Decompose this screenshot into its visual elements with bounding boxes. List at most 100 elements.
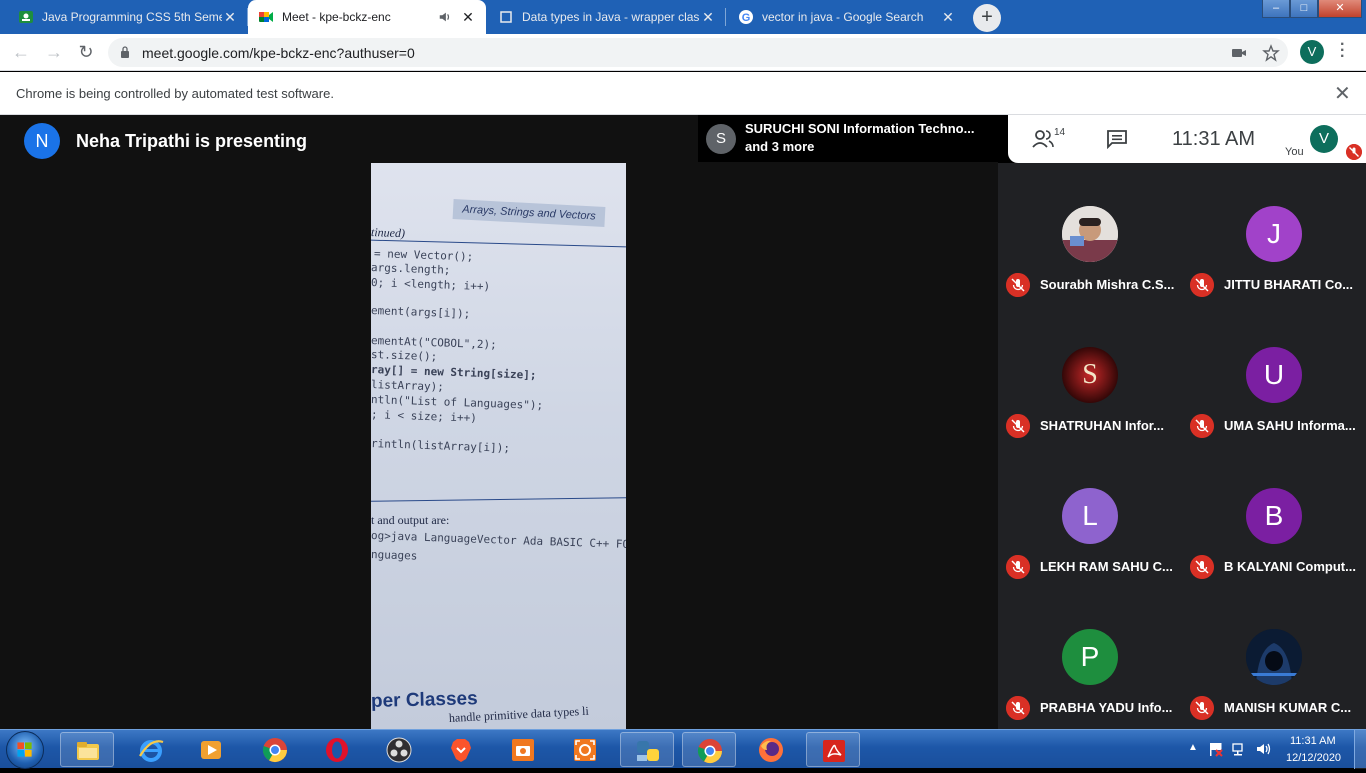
mic-off-icon (1190, 555, 1214, 579)
maximize-button[interactable]: □ (1290, 0, 1318, 18)
camera-icon (512, 739, 534, 761)
taskbar-firefox[interactable] (744, 732, 798, 767)
show-hidden-icons[interactable]: ▲ (1188, 742, 1198, 753)
taskbar-capture-app[interactable] (558, 732, 612, 767)
tab-google-search[interactable]: G vector in java - Google Search ✕ (728, 0, 966, 34)
avatar: L (1062, 488, 1118, 544)
avatar: J (1246, 206, 1302, 262)
taskbar-brave[interactable] (434, 732, 488, 767)
participant-tile[interactable]: L LEKH RAM SAHU C... (998, 445, 1182, 586)
doc-line: 0; i <length; i++) (371, 276, 491, 294)
tab-data-types[interactable]: Data types in Java - wrapper clas ✕ (488, 0, 726, 34)
close-icon[interactable]: ✕ (700, 9, 716, 26)
taskbar-camera-app[interactable] (496, 732, 550, 767)
avatar: S (706, 124, 736, 154)
close-icon[interactable]: ✕ (1334, 81, 1351, 106)
start-button[interactable] (6, 731, 44, 769)
speaker-icon[interactable] (438, 10, 452, 24)
mic-off-icon (1190, 273, 1214, 297)
new-tab-button[interactable]: + (973, 4, 1001, 32)
taskbar-chrome[interactable] (248, 732, 302, 767)
close-icon[interactable]: ✕ (940, 9, 956, 26)
doc-line: og>java LanguageVector Ada BASIC C++ FOR (371, 529, 626, 552)
taskbar-date[interactable]: 12/12/2020 (1286, 752, 1341, 764)
mic-off-icon (1006, 414, 1030, 438)
doc-line: ement(args[i]); (371, 304, 471, 321)
python-icon (637, 741, 659, 761)
participant-name: Sourabh Mishra C.S... (1040, 277, 1175, 292)
participant-tile[interactable]: S SHATRUHAN Infor... (998, 304, 1182, 445)
avatar: N (24, 123, 60, 159)
doc-rule (371, 239, 626, 248)
camera-icon[interactable] (1230, 44, 1248, 62)
window-close-button[interactable]: ✕ (1318, 0, 1362, 18)
tab-java-programming[interactable]: Java Programming CSS 5th Seme ✕ (8, 0, 248, 34)
tab-title: Java Programming CSS 5th Seme (42, 10, 222, 24)
close-icon[interactable]: ✕ (460, 9, 476, 26)
presenter-text: Neha Tripathi is presenting (76, 130, 308, 151)
taskbar-obs[interactable] (372, 732, 426, 767)
taskbar-explorer[interactable] (60, 732, 114, 767)
people-icon[interactable] (1032, 129, 1054, 149)
doc-line: ; i < size; i++) (371, 408, 478, 425)
hooded-figure-icon (1246, 629, 1302, 685)
chrome-icon (697, 739, 722, 764)
participant-name: MANISH KUMAR C... (1224, 700, 1352, 715)
network-icon[interactable] (1232, 741, 1248, 757)
svg-text:G: G (742, 12, 751, 24)
taskbar-clock[interactable]: 11:31 AM (1290, 735, 1336, 747)
back-button[interactable]: ← (10, 41, 32, 63)
doc-line: rintln(listArray[i]); (371, 437, 511, 455)
avatar: P (1062, 629, 1118, 685)
participant-name: UMA SAHU Informa... (1224, 418, 1356, 433)
menu-icon[interactable]: · · · (1340, 37, 1345, 65)
participant-name: JITTU BHARATI Co... (1224, 277, 1354, 292)
taskbar-acrobat[interactable] (806, 732, 860, 767)
windows-taskbar: ▲ 11:31 AM 12/12/2020 (0, 729, 1366, 769)
forward-button[interactable]: → (43, 41, 65, 63)
star-icon[interactable] (1262, 44, 1280, 62)
flag-icon[interactable] (1208, 741, 1224, 757)
mic-off-icon (1006, 696, 1030, 720)
browser-tab-strip: Java Programming CSS 5th Seme ✕ Meet - k… (0, 0, 1366, 34)
doc-rule (371, 497, 626, 502)
folder-icon (77, 742, 99, 760)
show-desktop-button[interactable] (1354, 730, 1366, 769)
taskbar-ie[interactable] (124, 732, 178, 767)
participant-tile[interactable]: B B KALYANI Comput... (1182, 445, 1366, 586)
volume-icon[interactable] (1256, 741, 1272, 757)
taskbar-media[interactable] (184, 732, 238, 767)
participant-tile[interactable]: U UMA SAHU Informa... (1182, 304, 1366, 445)
participant-tile[interactable]: MANISH KUMAR C... (1182, 586, 1366, 727)
tab-title: Meet - kpe-bckz-enc (282, 10, 391, 24)
mic-off-icon (1006, 555, 1030, 579)
shared-screen-document: Arrays, Strings and Vectors tinued) = ne… (371, 163, 626, 729)
reload-button[interactable]: ↻ (75, 41, 97, 63)
screenshot-icon (574, 739, 596, 761)
system-tray: ▲ 11:31 AM 12/12/2020 (1180, 730, 1366, 769)
participant-name: LEKH RAM SAHU C... (1040, 559, 1173, 574)
lock-icon (121, 46, 129, 58)
page-icon (500, 11, 512, 23)
participant-tile[interactable]: P PRABHA YADU Info... (998, 586, 1182, 727)
tab-meet[interactable]: Meet - kpe-bckz-enc ✕ (248, 0, 486, 34)
taskbar-opera[interactable] (310, 732, 364, 767)
meeting-clock: 11:31 AM (1172, 128, 1256, 150)
close-icon[interactable]: ✕ (222, 9, 238, 26)
mic-off-icon (1346, 144, 1362, 160)
tab-title: vector in java - Google Search (762, 10, 924, 24)
participant-tile[interactable]: J JITTU BHARATI Co... (1182, 163, 1366, 304)
minimize-button[interactable]: – (1262, 0, 1290, 18)
taskbar-chrome-running[interactable] (682, 732, 736, 767)
taskbar-python[interactable] (620, 732, 674, 767)
address-bar[interactable]: meet.google.com/kpe-bckz-enc?authuser=0 (108, 38, 1288, 67)
doc-line: st.size(); (371, 348, 438, 364)
profile-avatar[interactable]: V (1300, 40, 1324, 64)
avatar[interactable]: V (1310, 125, 1338, 153)
browser-toolbar: ← → ↻ meet.google.com/kpe-bckz-enc?authu… (0, 34, 1366, 71)
participant-tile[interactable]: Sourabh Mishra C.S... (998, 163, 1182, 304)
chat-icon[interactable] (1106, 129, 1128, 149)
avatar (1062, 206, 1118, 262)
participant-count: 14 (1054, 127, 1066, 138)
avatar: U (1246, 347, 1302, 403)
